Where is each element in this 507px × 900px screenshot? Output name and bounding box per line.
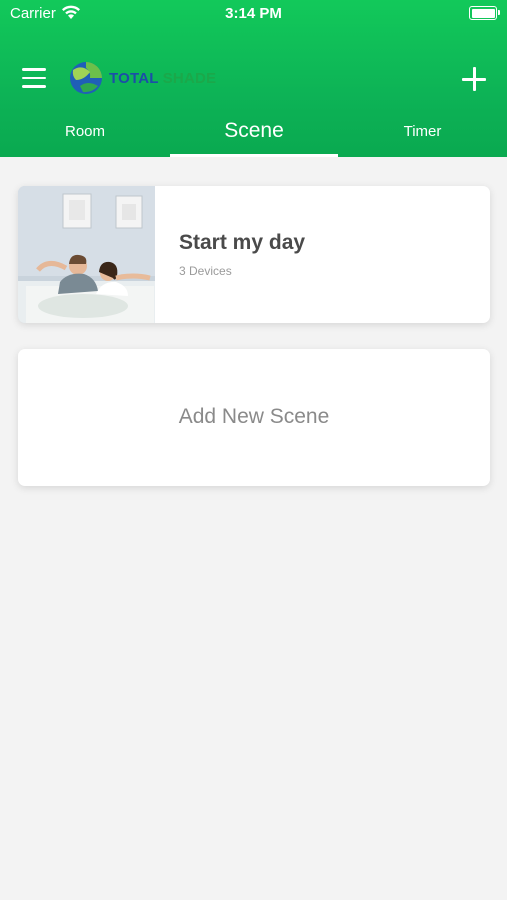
scene-title: Start my day <box>179 231 306 254</box>
tab-scene[interactable]: Scene <box>170 110 338 157</box>
globe-logo-icon <box>70 62 102 94</box>
menu-button[interactable] <box>22 68 46 88</box>
active-tab-indicator <box>170 154 338 157</box>
scene-card-start-my-day[interactable]: Start my day 3 Devices <box>18 186 490 323</box>
tab-bar: Room Scene Timer <box>0 110 507 157</box>
scene-device-count: 3 Devices <box>179 264 232 278</box>
logo-text: TOTAL SHADE <box>109 69 217 87</box>
tab-room[interactable]: Room <box>0 110 170 157</box>
add-new-scene-card[interactable]: Add New Scene <box>18 349 490 486</box>
status-time: 3:14 PM <box>225 5 282 22</box>
tab-timer[interactable]: Timer <box>338 110 507 157</box>
status-bar: Carrier 3:14 PM <box>0 0 507 28</box>
add-scene-plus-button[interactable] <box>461 66 487 92</box>
battery-icon <box>469 6 500 20</box>
scene-photo <box>18 186 155 323</box>
add-new-scene-label: Add New Scene <box>178 405 330 428</box>
app-header: Carrier 3:14 PM TOTAL SHADE Room Scene T… <box>0 0 507 157</box>
total-shade-logo: TOTAL SHADE <box>68 60 216 96</box>
